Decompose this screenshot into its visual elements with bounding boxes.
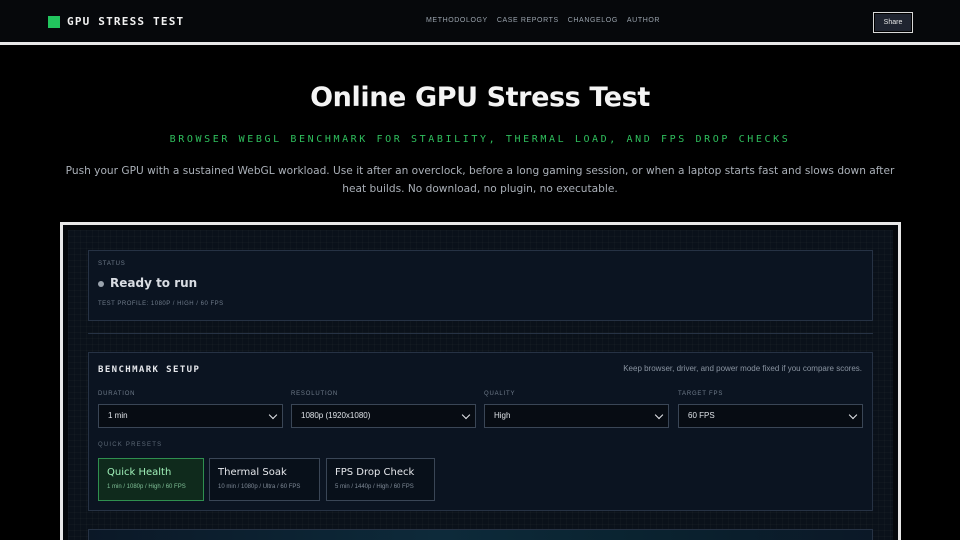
target-fps-field: TARGET FPS 60 FPS (678, 391, 863, 428)
brand-logo[interactable]: GPU STRESS TEST (48, 15, 184, 28)
target-fps-label: TARGET FPS (678, 391, 724, 397)
status-card: STATUS Ready to run TEST PROFILE: 1080P … (88, 250, 873, 321)
status-text: Ready to run (110, 276, 198, 290)
status-label: STATUS (98, 261, 126, 267)
setup-hint: Keep browser, driver, and power mode fix… (623, 364, 862, 373)
benchmark-setup-card: BENCHMARK SETUP Keep browser, driver, an… (88, 352, 873, 511)
quality-value: High (494, 411, 511, 420)
nav-link-changelog[interactable]: CHANGELOG (568, 17, 618, 24)
quick-presets-label: QUICK PRESETS (98, 442, 163, 448)
preset-quick-health[interactable]: Quick Health 1 min / 1080p / High / 60 F… (98, 458, 204, 501)
section-divider (88, 333, 873, 334)
quality-field: QUALITY High (484, 391, 669, 428)
duration-select[interactable]: 1 min (98, 404, 283, 428)
share-button[interactable]: Share (873, 12, 913, 33)
preset-thermal-soak[interactable]: Thermal Soak 10 min / 1080p / Ultra / 60… (209, 458, 320, 501)
page-description: Push your GPU with a sustained WebGL wor… (65, 165, 895, 195)
main-nav: METHODOLOGY CASE REPORTS CHANGELOG AUTHO… (426, 17, 660, 24)
page-subtitle: BROWSER WEBGL BENCHMARK FOR STABILITY, T… (169, 134, 791, 145)
preset-details: 5 min / 1440p / High / 60 FPS (335, 484, 414, 490)
chevron-down-icon (654, 410, 664, 420)
nav-link-case-reports[interactable]: CASE REPORTS (497, 17, 559, 24)
page-title: Online GPU Stress Test (310, 82, 650, 113)
chevron-down-icon (268, 410, 278, 420)
duration-field: DURATION 1 min (98, 391, 283, 428)
quality-select[interactable]: High (484, 404, 669, 428)
resolution-value: 1080p (1920x1080) (301, 411, 371, 420)
quality-label: QUALITY (484, 391, 516, 397)
top-navigation-bar: GPU STRESS TEST METHODOLOGY CASE REPORTS… (0, 0, 960, 45)
preset-name: FPS Drop Check (335, 467, 415, 478)
chevron-down-icon (848, 410, 858, 420)
test-profile-text: TEST PROFILE: 1080P / HIGH / 60 FPS (98, 301, 224, 307)
chevron-down-icon (461, 410, 471, 420)
nav-link-methodology[interactable]: METHODOLOGY (426, 17, 488, 24)
setup-title: BENCHMARK SETUP (98, 365, 201, 375)
render-viewport (88, 529, 873, 540)
duration-label: DURATION (98, 391, 136, 397)
resolution-select[interactable]: 1080p (1920x1080) (291, 404, 476, 428)
preset-name: Quick Health (107, 467, 172, 478)
preset-name: Thermal Soak (218, 467, 287, 478)
target-fps-select[interactable]: 60 FPS (678, 404, 863, 428)
preset-details: 10 min / 1080p / Ultra / 60 FPS (218, 484, 301, 490)
target-fps-value: 60 FPS (688, 411, 715, 420)
preset-details: 1 min / 1080p / High / 60 FPS (107, 484, 186, 490)
brand-name: GPU STRESS TEST (67, 15, 185, 28)
nav-link-author[interactable]: AUTHOR (627, 17, 660, 24)
preset-fps-drop-check[interactable]: FPS Drop Check 5 min / 1440p / High / 60… (326, 458, 435, 501)
resolution-label: RESOLUTION (291, 391, 339, 397)
status-indicator-icon (98, 281, 104, 287)
resolution-field: RESOLUTION 1080p (1920x1080) (291, 391, 476, 428)
duration-value: 1 min (108, 411, 128, 420)
brand-square-icon (48, 15, 60, 28)
